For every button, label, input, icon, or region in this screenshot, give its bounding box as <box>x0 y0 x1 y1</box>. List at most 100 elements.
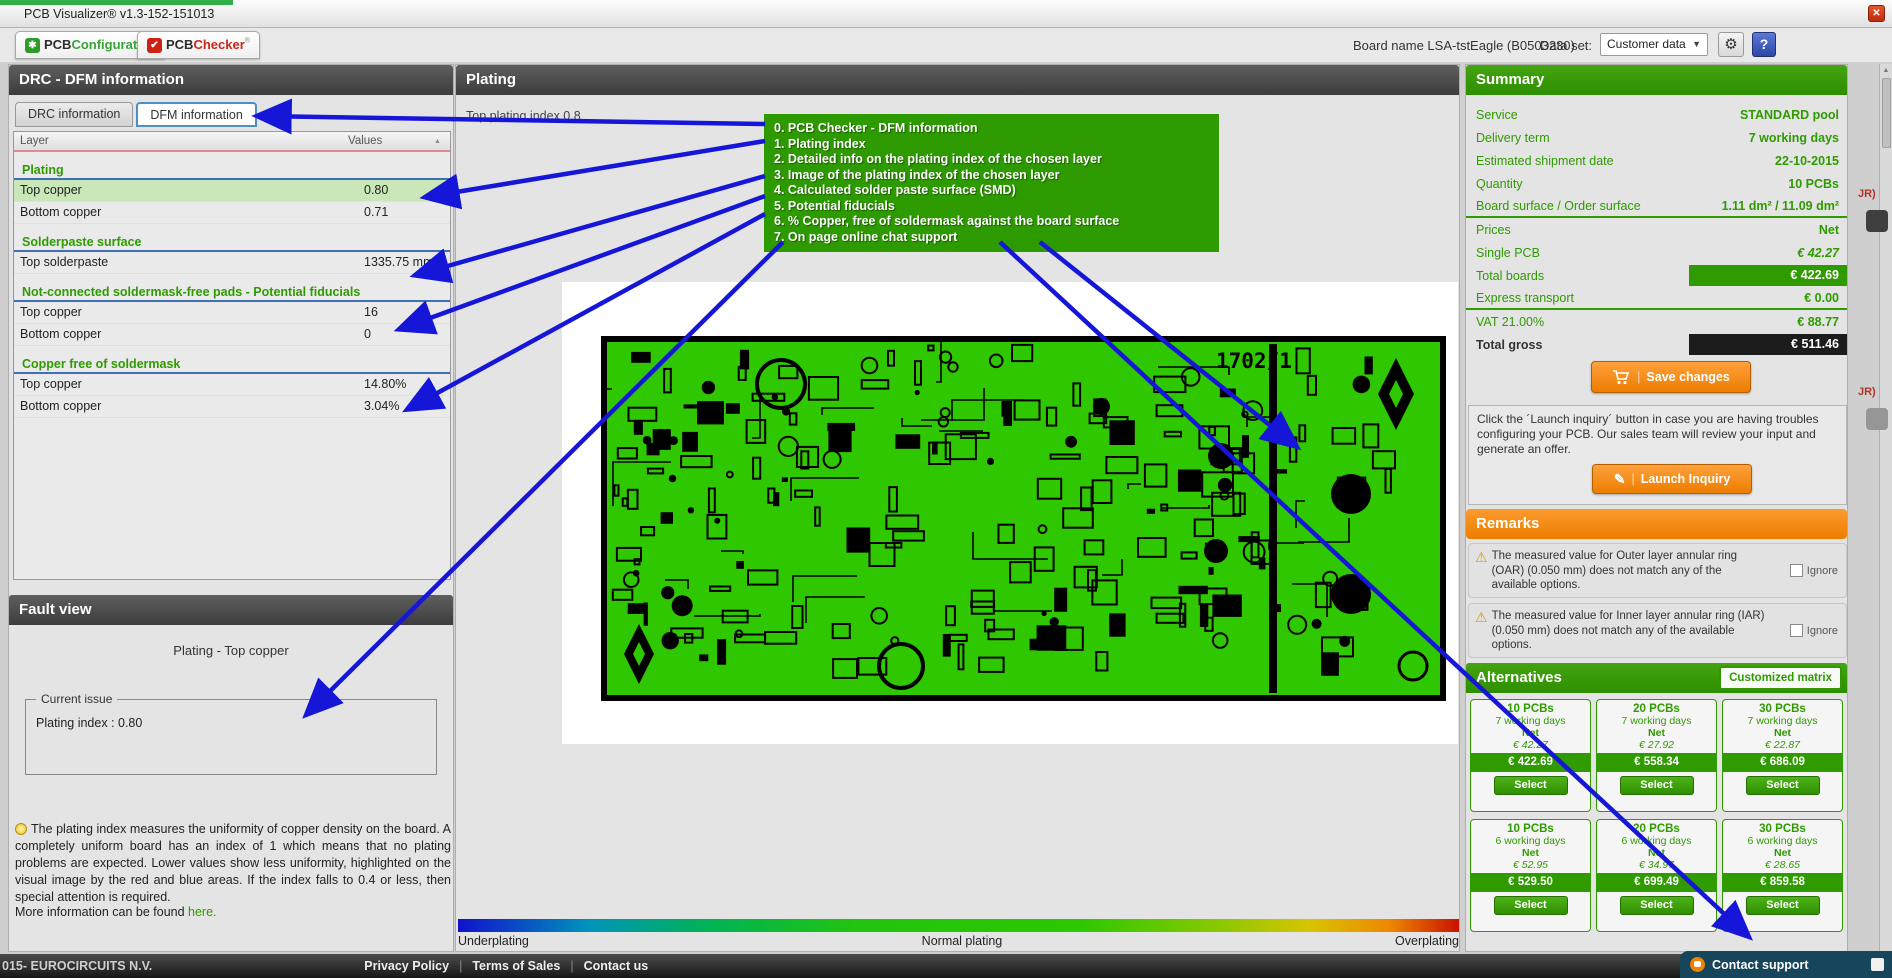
table-row[interactable]: Top copper 16 <box>14 302 450 324</box>
table-row[interactable]: Top copper 14.80% <box>14 374 450 396</box>
table-row[interactable]: Top solderpaste 1335.75 mm² <box>14 252 450 274</box>
summary-rows: ServiceSTANDARD pool Delivery term7 work… <box>1466 103 1847 356</box>
row-layer: Bottom copper <box>14 202 364 223</box>
fault-view-header: Fault view <box>9 595 453 625</box>
row-value: 14.80% <box>364 374 450 395</box>
section-fiducials: Not-connected soldermask-free pads - Pot… <box>14 282 450 302</box>
launch-inquiry-box: Click the ´Launch inquiry´ button in cas… <box>1468 405 1847 505</box>
top-plating-index-label: Top plating index 0.8 <box>466 109 581 123</box>
select-button[interactable]: Select <box>1620 776 1694 795</box>
select-button[interactable]: Select <box>1494 896 1568 915</box>
row-label: Total boards <box>1466 269 1544 283</box>
warning-icon: ⚠ <box>1469 544 1492 597</box>
section-solderpaste: Solderpaste surface <box>14 232 450 252</box>
top-green-strip <box>0 0 233 5</box>
ignore-checkbox[interactable] <box>1790 564 1803 577</box>
row-value: € 422.69 <box>1689 265 1847 286</box>
vertical-scrollbar[interactable]: ▲ <box>1879 64 1892 952</box>
tab-drc-information[interactable]: DRC information <box>15 102 133 127</box>
card-term: 7 working days <box>1471 715 1590 727</box>
alternatives-header: Alternatives Customized matrix <box>1466 663 1847 693</box>
drc-tabs: DRC information DFM information <box>15 102 257 127</box>
table-header-row[interactable]: Layer Values ▲ <box>14 132 450 152</box>
table-row[interactable]: Bottom copper 3.04% <box>14 396 450 418</box>
settings-button[interactable]: ⚙ <box>1718 32 1744 57</box>
dataset-select[interactable]: Customer data ▼ <box>1600 33 1708 56</box>
minimize-chat-icon[interactable] <box>1871 958 1884 971</box>
summary-row-total-boards: Total boards € 422.69 <box>1466 264 1847 287</box>
more-info-line: More information can be found here. <box>15 905 217 919</box>
select-button[interactable]: Select <box>1746 896 1820 915</box>
plating-image-canvas[interactable]: 1702/1 <box>562 282 1458 744</box>
summary-panel: Summary ServiceSTANDARD pool Delivery te… <box>1465 64 1848 952</box>
scale-overplating: Overplating <box>1395 934 1459 948</box>
scrollbar-thumb[interactable] <box>1882 78 1891 148</box>
card-term: 6 working days <box>1471 835 1590 847</box>
select-button[interactable]: Select <box>1494 776 1568 795</box>
customized-matrix-button[interactable]: Customized matrix <box>1719 666 1842 690</box>
help-button[interactable]: ? <box>1752 32 1776 57</box>
privacy-policy-link[interactable]: Privacy Policy <box>364 959 449 973</box>
tab-dfm-information[interactable]: DFM information <box>136 102 256 127</box>
card-unit-price: € 52.95 <box>1471 859 1590 871</box>
price-card: 10 PCBs 6 working days Net € 52.95 € 529… <box>1470 819 1591 932</box>
save-changes-button[interactable]: | Save changes <box>1591 361 1751 393</box>
plating-info-body: The plating index measures the uniformit… <box>15 822 451 904</box>
row-value: 22-10-2015 <box>1775 154 1847 168</box>
more-info-link[interactable]: here. <box>188 905 217 919</box>
card-net: Net <box>1723 847 1842 859</box>
launch-inquiry-button[interactable]: ✎ | Launch Inquiry <box>1592 464 1752 494</box>
card-total-price: € 422.69 <box>1471 753 1590 772</box>
table-row[interactable]: Bottom copper 0 <box>14 324 450 346</box>
price-card: 30 PCBs 7 working days Net € 22.87 € 686… <box>1722 699 1843 812</box>
select-button[interactable]: Select <box>1746 776 1820 795</box>
table-row[interactable]: Top copper 0.80 <box>14 180 450 202</box>
plating-scale-gradient <box>458 919 1459 932</box>
ignore-checkbox[interactable] <box>1790 624 1803 637</box>
card-qty: 30 PCBs <box>1723 703 1842 715</box>
card-qty: 10 PCBs <box>1471 823 1590 835</box>
close-icon[interactable]: ✕ <box>1868 5 1885 22</box>
board-number-text: 1702/1 <box>1216 349 1292 373</box>
dfm-table: Layer Values ▲ Plating Top copper 0.80 B… <box>13 131 451 580</box>
card-net: Net <box>1597 847 1716 859</box>
row-label: Estimated shipment date <box>1466 154 1614 168</box>
contact-support-button[interactable]: Contact support <box>1680 951 1892 978</box>
drc-dfm-header: DRC - DFM information <box>9 65 453 95</box>
ignore-control: Ignore <box>1790 604 1846 657</box>
row-layer: Bottom copper <box>14 396 364 417</box>
link-separator: | <box>459 959 462 973</box>
row-label: Total gross <box>1466 338 1542 352</box>
select-button[interactable]: Select <box>1620 896 1694 915</box>
row-label: Delivery term <box>1466 131 1550 145</box>
status-bar: 015- EUROCIRCUITS N.V. Privacy Policy | … <box>0 954 1892 978</box>
summary-header: Summary <box>1466 65 1847 95</box>
sort-icon[interactable]: ▲ <box>434 132 450 150</box>
drc-dfm-panel: DRC - DFM information DRC information DF… <box>8 64 454 952</box>
summary-row-prices: PricesNet <box>1466 218 1847 241</box>
card-term: 6 working days <box>1597 835 1716 847</box>
remark-text: The measured value for Inner layer annul… <box>1492 604 1768 657</box>
ignore-label: Ignore <box>1807 565 1838 577</box>
save-changes-label: Save changes <box>1646 370 1729 384</box>
legend-item: 4. Calculated solder paste surface (SMD) <box>774 183 1209 199</box>
summary-row-vat: VAT 21.00%€ 88.77 <box>1466 310 1847 333</box>
plating-scale-labels: Underplating Normal plating Overplating <box>458 934 1459 948</box>
row-value: 0.80 <box>364 180 450 201</box>
row-value: 1335.75 mm² <box>364 252 450 273</box>
table-row[interactable]: Bottom copper 0.71 <box>14 202 450 224</box>
row-value: € 0.00 <box>1804 291 1847 305</box>
clipped-currency-label: JR) <box>1858 188 1876 200</box>
app-toolbar: ✱ PCBConfigurator® ✔ PCBChecker® Board n… <box>0 28 1892 62</box>
clipped-currency-label: JR) <box>1858 386 1876 398</box>
clipped-panel-button <box>1866 210 1888 232</box>
current-issue-fieldset: Current issue Plating index : 0.80 <box>25 699 437 775</box>
price-card: 20 PCBs 7 working days Net € 27.92 € 558… <box>1596 699 1717 812</box>
remark-item-iar: ⚠ The measured value for Inner layer ann… <box>1468 603 1847 658</box>
terms-of-sales-link[interactable]: Terms of Sales <box>472 959 560 973</box>
scroll-up-icon[interactable]: ▲ <box>1880 64 1892 74</box>
summary-row-service: ServiceSTANDARD pool <box>1466 103 1847 126</box>
contact-us-link[interactable]: Contact us <box>584 959 649 973</box>
tab-pcb-checker[interactable]: ✔ PCBChecker® <box>137 31 260 59</box>
alternatives-grid: 10 PCBs 7 working days Net € 42.27 € 422… <box>1470 699 1845 932</box>
